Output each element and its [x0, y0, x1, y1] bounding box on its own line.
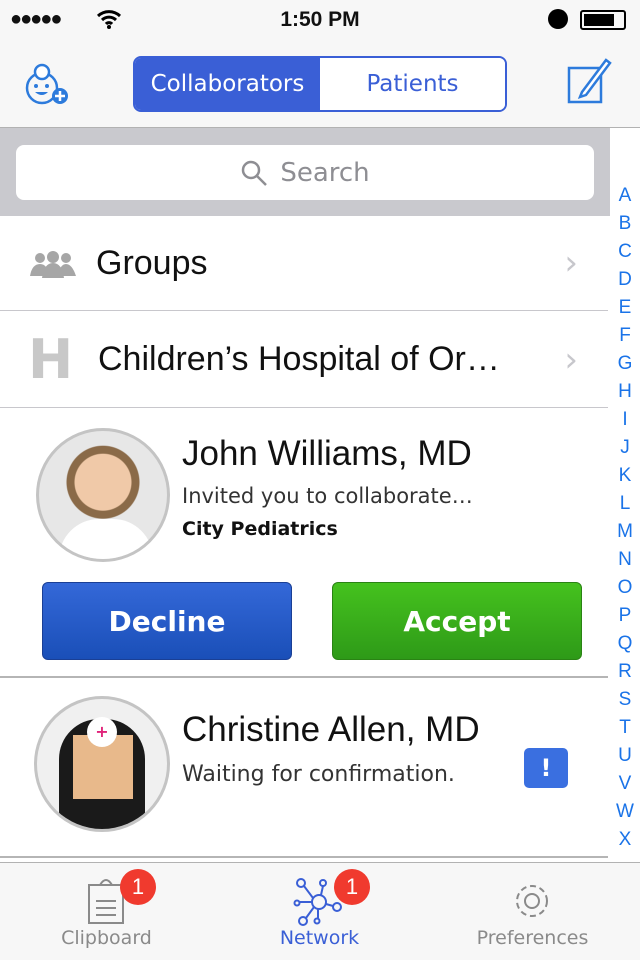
index-letter[interactable]: T [619, 714, 631, 742]
groups-row[interactable]: Groups › [0, 216, 608, 311]
tab-label: Preferences [476, 927, 589, 949]
tab-label: Network [279, 927, 360, 949]
pending-row[interactable]: + Christine Allen, MD Waiting for confir… [0, 680, 608, 858]
index-letter[interactable]: C [618, 238, 632, 266]
pending-name: Christine Allen, MD [182, 710, 480, 749]
groups-label: Groups [96, 243, 208, 282]
clipboard-badge: 1 [120, 869, 156, 905]
index-letter[interactable]: R [618, 658, 632, 686]
hospital-label: Children’s Hospital of Or… [98, 340, 500, 378]
hospital-icon: H [28, 328, 74, 391]
alarm-icon [548, 9, 568, 29]
clock: 1:50 PM [280, 8, 360, 31]
invite-message: Invited you to collaborate… [182, 484, 473, 508]
index-letter[interactable]: B [619, 210, 632, 238]
chevron-right-icon: › [564, 339, 578, 380]
pending-message: Waiting for confirmation. [182, 762, 455, 787]
tab-preferences[interactable]: Preferences [426, 863, 639, 961]
index-letter[interactable]: K [619, 462, 632, 490]
tab-label: Clipboard [61, 927, 152, 949]
index-letter[interactable]: N [618, 546, 632, 574]
compose-icon[interactable] [566, 56, 618, 106]
index-letter[interactable]: O [618, 574, 633, 602]
index-letter[interactable]: W [616, 798, 634, 826]
index-letter[interactable]: J [620, 434, 630, 462]
index-letter[interactable]: F [619, 322, 631, 350]
hospital-row[interactable]: H Children’s Hospital of Or… › [0, 312, 608, 408]
status-bar: ●●●●● 1:50 PM [0, 0, 640, 40]
index-letter[interactable]: E [619, 294, 632, 322]
alert-badge[interactable]: ! [524, 748, 568, 788]
invite-name: John Williams, MD [182, 434, 472, 473]
segment-collaborators[interactable]: Collaborators [135, 58, 320, 110]
tab-network[interactable]: 1 Network [213, 863, 426, 961]
search-icon [242, 160, 268, 186]
index-letter[interactable]: G [618, 350, 633, 378]
index-letter[interactable]: M [617, 518, 633, 546]
invite-org: City Pediatrics [182, 518, 338, 540]
tab-clipboard[interactable]: 1 Clipboard [0, 863, 213, 961]
segment-patients[interactable]: Patients [320, 58, 505, 110]
index-letter[interactable]: I [622, 406, 627, 434]
index-letter[interactable]: L [620, 490, 631, 518]
index-letter[interactable]: V [619, 770, 632, 798]
decline-button[interactable]: Decline [42, 582, 292, 660]
network-badge: 1 [334, 869, 370, 905]
index-letter[interactable]: H [618, 378, 632, 406]
index-letter[interactable]: A [619, 182, 632, 210]
avatar: + [34, 696, 170, 832]
index-letter[interactable]: P [619, 602, 632, 630]
index-letter[interactable]: U [618, 742, 632, 770]
doctor-add-icon[interactable] [22, 62, 70, 108]
search-placeholder: Search [280, 157, 370, 188]
chevron-right-icon: › [564, 243, 578, 283]
battery-icon [580, 10, 626, 30]
avatar [36, 428, 170, 562]
tab-bar: 1 Clipboard 1 Network Preferences [0, 862, 640, 960]
index-letter[interactable]: S [619, 686, 632, 714]
section-index[interactable]: ABCDEFGHIJKLMNOPQRSTUVWX [610, 182, 640, 854]
invite-card: John Williams, MD Invited you to collabo… [0, 408, 608, 678]
gear-icon [516, 885, 548, 917]
index-letter[interactable]: Q [618, 630, 633, 658]
search-input[interactable]: Search [16, 145, 594, 200]
accept-button[interactable]: Accept [332, 582, 582, 660]
index-letter[interactable]: X [619, 826, 632, 854]
groups-icon [30, 251, 76, 278]
index-letter[interactable]: D [618, 266, 632, 294]
segmented-control: Collaborators Patients [133, 56, 507, 112]
